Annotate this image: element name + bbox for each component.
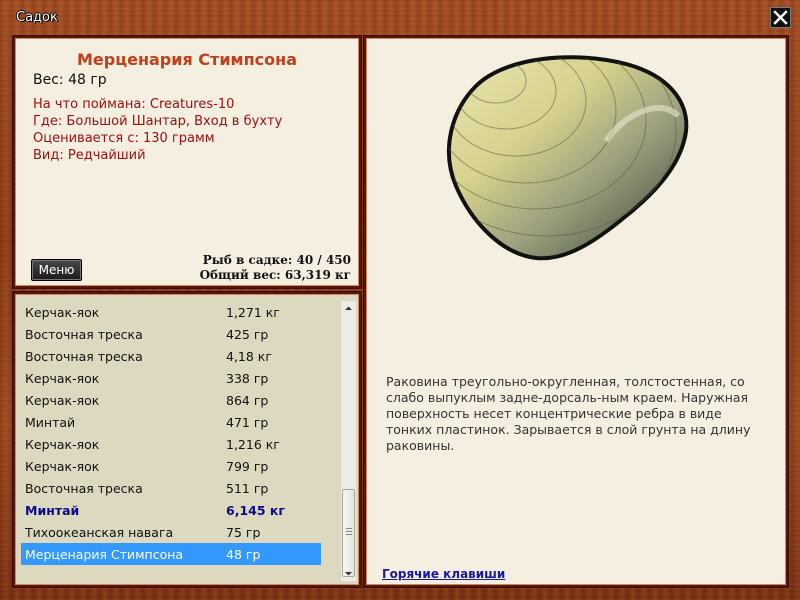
item-name: Керчак-яок <box>25 371 100 386</box>
list-item-highlighted[interactable]: Минтай 6,145 кг <box>21 499 321 521</box>
item-name: Минтай <box>25 503 80 518</box>
list-item[interactable]: Тихоокеанская навага 75 гр <box>21 521 321 543</box>
hotkeys-link[interactable]: Горячие клавиши <box>382 567 505 581</box>
scroll-up-button[interactable] <box>341 301 356 316</box>
item-name: Керчак-яок <box>25 437 100 452</box>
item-name: Восточная треска <box>25 481 143 496</box>
item-name: Восточная треска <box>25 349 143 364</box>
item-weight: 425 гр <box>226 327 269 342</box>
list-item[interactable]: Керчак-яок 1,271 кг <box>21 301 321 323</box>
fish-weight: Вес: 48 гр <box>33 72 107 88</box>
clam-shell-image <box>447 55 689 261</box>
item-name: Мерценария Стимпсона <box>25 547 184 562</box>
list-item[interactable]: Восточная треска 511 гр <box>21 477 321 499</box>
catch-list-panel: Керчак-яок 1,271 кг Восточная треска 425 г… <box>13 292 361 587</box>
catch-list: Керчак-яок 1,271 кг Восточная треска 425 г… <box>21 301 321 565</box>
list-item[interactable]: Керчак-яок 1,216 кг <box>21 433 321 455</box>
item-weight: 471 гр <box>226 415 269 430</box>
item-name: Керчак-яок <box>25 393 100 408</box>
list-item[interactable]: Керчак-яок 864 гр <box>21 389 321 411</box>
grip-line <box>346 528 352 529</box>
item-name: Тихоокеанская навага <box>25 525 174 540</box>
list-scrollbar[interactable] <box>340 301 356 581</box>
item-name: Керчак-яок <box>25 305 100 320</box>
list-item-selected[interactable]: Мерценария Стимпсона 48 гр <box>21 543 321 565</box>
close-button[interactable] <box>770 7 791 28</box>
menu-button[interactable]: Меню <box>31 259 82 281</box>
catch-location: Где: Большой Шантар, Вход в бухту <box>33 114 283 129</box>
item-weight: 799 гр <box>226 459 269 474</box>
item-weight: 1,271 кг <box>226 305 280 320</box>
fish-rarity: Вид: Редчайший <box>33 148 146 163</box>
item-weight: 1,216 кг <box>226 437 280 452</box>
list-item[interactable]: Восточная треска 425 гр <box>21 323 321 345</box>
fish-count: Рыб в садке: 40 / 450 <box>202 253 351 267</box>
arrow-up-icon <box>345 306 352 310</box>
item-weight: 6,145 кг <box>226 503 285 518</box>
item-weight: 48 гр <box>226 547 261 562</box>
item-weight: 338 гр <box>226 371 269 386</box>
grip-line <box>346 531 352 532</box>
total-weight: Общий вес: 63,319 кг <box>199 268 351 282</box>
list-item[interactable]: Керчак-яок 799 гр <box>21 455 321 477</box>
scroll-down-button[interactable] <box>341 566 356 581</box>
item-name: Минтай <box>25 415 76 430</box>
grip-line <box>346 534 352 535</box>
item-name: Керчак-яок <box>25 459 100 474</box>
caught-on: На что поймана: Creatures-10 <box>33 97 235 112</box>
fish-info-panel: Мерценария Стимпсона Вес: 48 гр На что п… <box>13 36 361 288</box>
item-weight: 864 гр <box>226 393 269 408</box>
fish-name: Мерценария Стимпсона <box>77 50 297 69</box>
window-title: Садок <box>16 10 58 25</box>
item-weight: 511 гр <box>226 481 269 496</box>
item-weight: 75 гр <box>226 525 261 540</box>
arrow-down-icon <box>345 572 352 576</box>
close-icon <box>773 10 788 25</box>
fish-detail-panel: Раковина треугольно-округленная, толстос… <box>364 36 788 587</box>
valued-from: Оценивается с: 130 грамм <box>33 131 215 146</box>
list-item[interactable]: Восточная треска 4,18 кг <box>21 345 321 367</box>
title-bar: Садок <box>0 0 800 36</box>
item-weight: 4,18 кг <box>226 349 272 364</box>
list-item[interactable]: Минтай 471 гр <box>21 411 321 433</box>
fish-description: Раковина треугольно-округленная, толстос… <box>386 374 751 453</box>
scroll-thumb[interactable] <box>342 489 355 577</box>
list-item[interactable]: Керчак-яок 338 гр <box>21 367 321 389</box>
item-name: Восточная треска <box>25 327 143 342</box>
